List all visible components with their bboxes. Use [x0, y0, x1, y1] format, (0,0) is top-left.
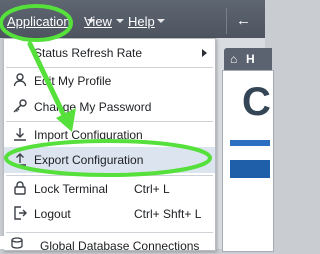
download-icon	[12, 126, 28, 142]
menu-item-label: Change My Password	[34, 100, 152, 114]
tab-home-label: H	[246, 52, 255, 66]
chevron-right-icon	[202, 49, 207, 57]
home-icon: ⌂	[230, 52, 238, 66]
menu-item-label: Lock Terminal	[34, 182, 108, 196]
top-menubar: Application View Help ←	[0, 0, 265, 38]
menu-item-status-refresh-rate[interactable]: Status Refresh Rate	[4, 40, 215, 66]
menu-item-lock-terminal[interactable]: Lock Terminal Ctrl+ L	[4, 176, 215, 202]
menu-item-import-configuration[interactable]: Import Configuration	[4, 122, 215, 148]
chevron-down-icon	[157, 19, 165, 23]
menu-item-label: Import Configuration	[34, 128, 143, 142]
content-accent-line	[230, 140, 270, 146]
content-blue-button[interactable]	[230, 160, 270, 178]
menu-item-global-database-connections[interactable]: Global Database Connections	[0, 236, 215, 253]
menu-divider	[6, 232, 213, 233]
menu-item-label: Status Refresh Rate	[34, 46, 143, 60]
tab-home[interactable]: ⌂ H	[224, 48, 272, 70]
menu-item-shortcut: Ctrl+ Shft+ L	[134, 207, 202, 221]
back-arrow-icon[interactable]: ←	[236, 12, 251, 29]
key-icon	[12, 98, 28, 114]
menu-item-change-my-password[interactable]: Change My Password	[4, 94, 215, 120]
menubar-divider	[226, 8, 227, 34]
menu-item-label: Export Configuration	[34, 153, 144, 167]
user-icon	[12, 72, 28, 88]
menu-help[interactable]: Help	[128, 14, 155, 29]
lock-icon	[12, 180, 28, 196]
logout-icon	[12, 205, 28, 221]
menu-item-edit-my-profile[interactable]: Edit My Profile	[4, 68, 215, 94]
menu-item-shortcut: Ctrl+ L	[134, 182, 170, 196]
content-heading: C	[242, 80, 271, 124]
menu-view[interactable]: View	[84, 14, 112, 29]
application-dropdown-menu: Status Refresh Rate Edit My Profile Chan…	[3, 38, 216, 251]
database-icon	[10, 236, 24, 254]
upload-icon	[12, 151, 28, 167]
menu-item-label: Global Database Connections	[40, 239, 200, 253]
menu-item-logout[interactable]: Logout Ctrl+ Shft+ L	[4, 201, 215, 227]
menu-application[interactable]: Application	[7, 14, 71, 29]
chevron-down-icon	[116, 19, 124, 23]
menu-item-label: Logout	[34, 207, 71, 221]
menu-item-label: Edit My Profile	[34, 74, 112, 88]
menu-item-export-configuration[interactable]: Export Configuration	[4, 147, 215, 173]
